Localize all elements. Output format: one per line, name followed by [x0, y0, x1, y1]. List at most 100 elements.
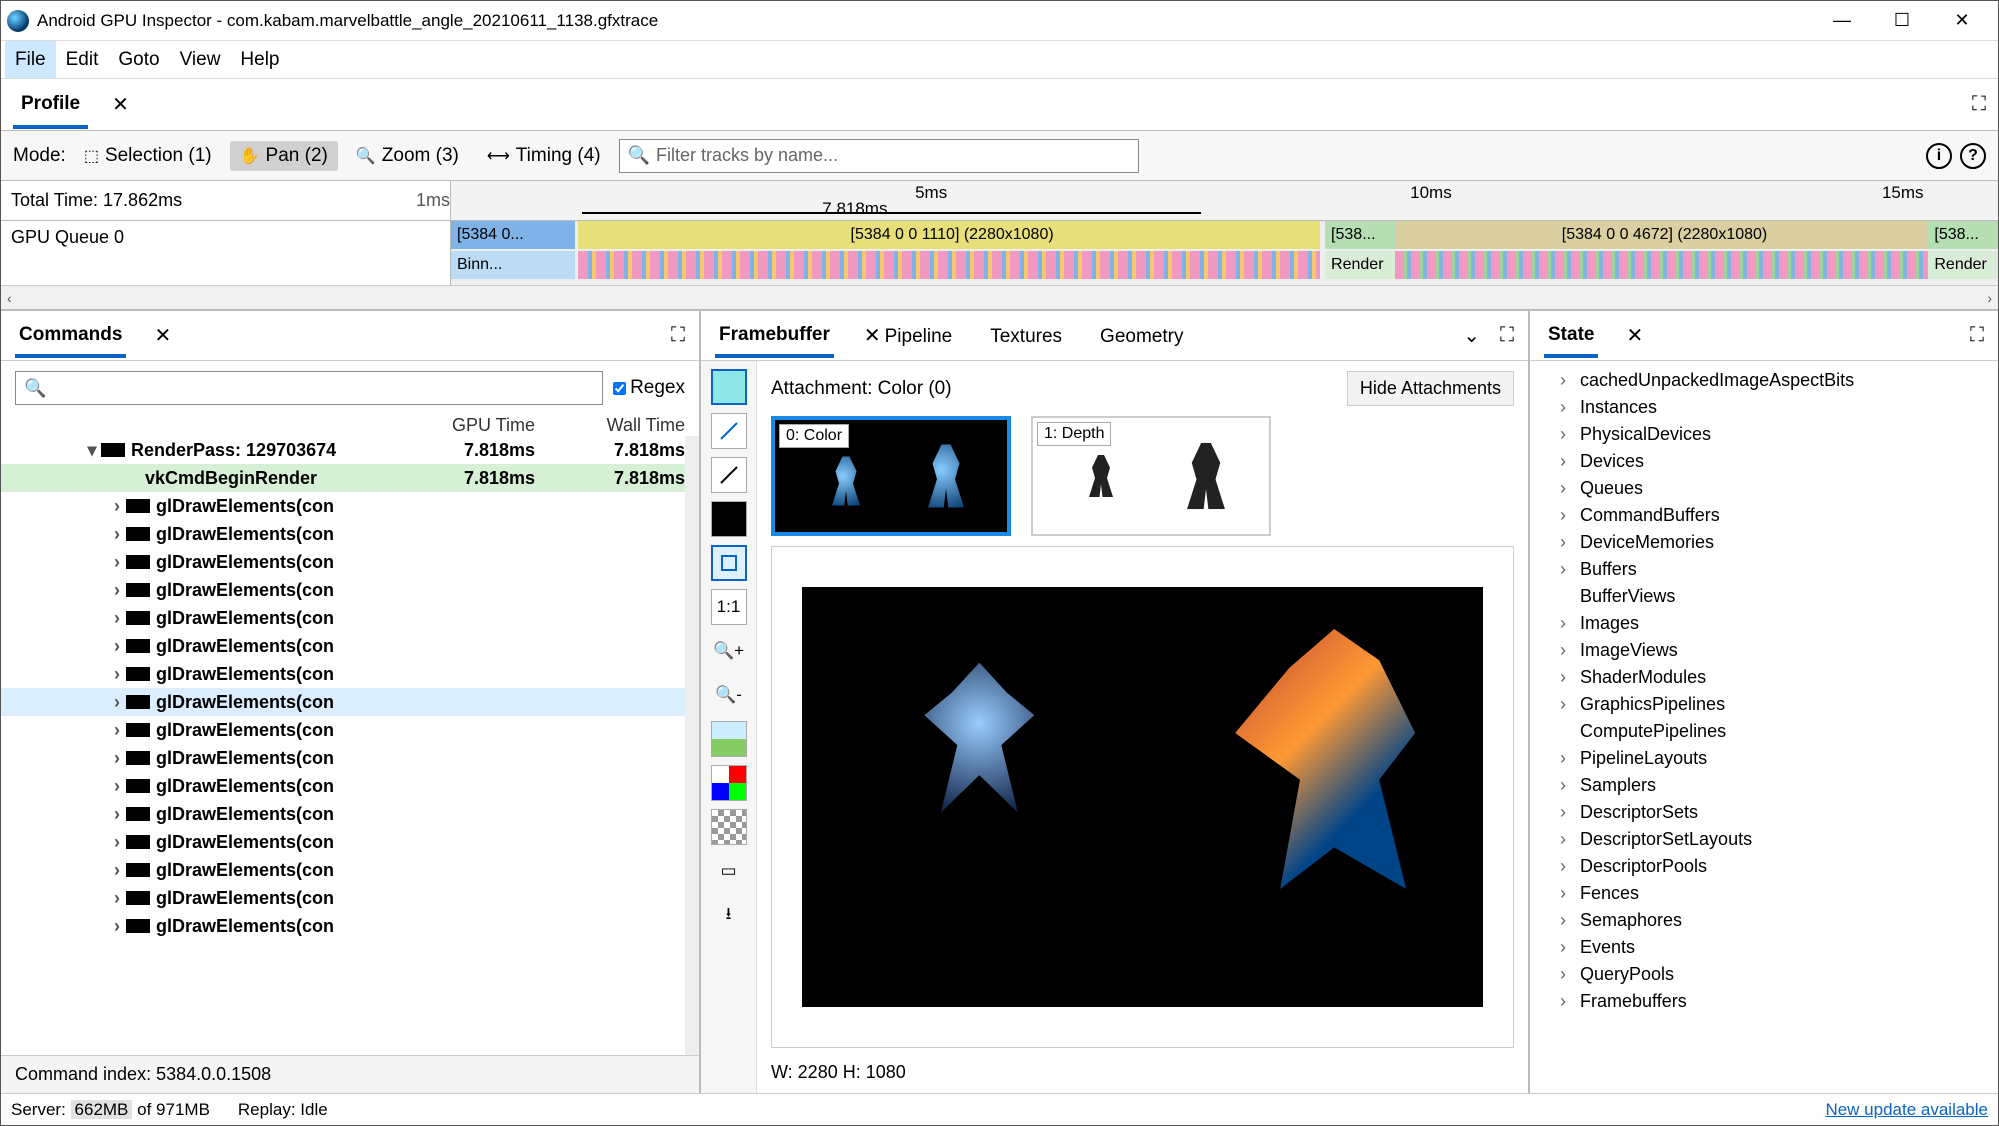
close-button[interactable]: ✕: [1932, 1, 1992, 40]
tool-download-icon[interactable]: ⭳: [711, 897, 747, 933]
mode-selection[interactable]: ⬚Selection (1): [74, 141, 222, 171]
state-item[interactable]: CommandBuffers: [1530, 502, 1998, 529]
tool-histogram-icon[interactable]: [711, 721, 747, 757]
timeline-scrollbar[interactable]: ‹›: [1, 285, 1998, 309]
seg-render2[interactable]: [538...: [1928, 221, 1998, 249]
update-link[interactable]: New update available: [1825, 1100, 1988, 1120]
state-item[interactable]: BufferViews: [1530, 583, 1998, 610]
seg-render1[interactable]: [538...: [1325, 221, 1395, 249]
command-row[interactable]: glDrawElements(con: [1, 576, 699, 604]
maximize-button[interactable]: ☐: [1872, 1, 1932, 40]
expand-commands-icon[interactable]: [671, 324, 685, 347]
state-item[interactable]: Framebuffers: [1530, 988, 1998, 1015]
state-item[interactable]: Semaphores: [1530, 907, 1998, 934]
tab-commands[interactable]: Commands: [15, 314, 126, 358]
state-item[interactable]: Queues: [1530, 475, 1998, 502]
command-row[interactable]: glDrawElements(con: [1, 800, 699, 828]
attachment-thumb-depth[interactable]: 1: Depth: [1031, 416, 1271, 536]
help-icon[interactable]: ?: [1960, 143, 1986, 169]
command-row[interactable]: glDrawElements(con: [1, 548, 699, 576]
command-row[interactable]: glDrawElements(con: [1, 912, 699, 940]
state-item[interactable]: QueryPools: [1530, 961, 1998, 988]
hide-attachments-button[interactable]: Hide Attachments: [1347, 371, 1514, 406]
state-item[interactable]: DescriptorPools: [1530, 853, 1998, 880]
tool-zoom-out-icon[interactable]: 🔍-: [711, 677, 747, 713]
tool-actual-size-icon[interactable]: 1:1: [711, 589, 747, 625]
command-row[interactable]: glDrawElements(con: [1, 688, 699, 716]
tab-state[interactable]: State: [1544, 314, 1598, 358]
state-item[interactable]: Fences: [1530, 880, 1998, 907]
state-item[interactable]: DescriptorSets: [1530, 799, 1998, 826]
state-item[interactable]: ComputePipelines: [1530, 718, 1998, 745]
command-row[interactable]: glDrawElements(con: [1, 828, 699, 856]
tool-crop-icon[interactable]: ▭: [711, 853, 747, 889]
command-row[interactable]: glDrawElements(con: [1, 660, 699, 688]
tab-geometry[interactable]: Geometry: [1096, 316, 1187, 356]
seg-binning[interactable]: [5384 0...: [451, 221, 575, 249]
command-row[interactable]: glDrawElements(con: [1, 520, 699, 548]
menu-edit[interactable]: Edit: [56, 41, 109, 78]
filter-tracks-input[interactable]: 🔍Filter tracks by name...: [619, 139, 1139, 173]
state-item[interactable]: DeviceMemories: [1530, 529, 1998, 556]
command-row[interactable]: glDrawElements(con: [1, 744, 699, 772]
tool-channels-icon[interactable]: [711, 765, 747, 801]
tab-commands-close-icon[interactable]: ✕: [154, 323, 171, 348]
state-item[interactable]: Images: [1530, 610, 1998, 637]
tab-framebuffer[interactable]: Framebuffer: [715, 314, 834, 358]
mode-timing[interactable]: ⟷Timing (4): [477, 141, 611, 171]
state-item[interactable]: cachedUnpackedImageAspectBits: [1530, 367, 1998, 394]
state-item[interactable]: GraphicsPipelines: [1530, 691, 1998, 718]
tool-zoom-in-icon[interactable]: 🔍+: [711, 633, 747, 669]
framebuffer-view[interactable]: [771, 546, 1514, 1048]
attachment-thumb-color[interactable]: 0: Color: [771, 416, 1011, 536]
command-row[interactable]: glDrawElements(con: [1, 604, 699, 632]
tool-diagonal1-icon[interactable]: [711, 413, 747, 449]
state-item[interactable]: Devices: [1530, 448, 1998, 475]
state-item[interactable]: Events: [1530, 934, 1998, 961]
expand-profile-icon[interactable]: [1972, 93, 1986, 116]
state-item[interactable]: PhysicalDevices: [1530, 421, 1998, 448]
state-tree[interactable]: cachedUnpackedImageAspectBitsInstancesPh…: [1530, 361, 1998, 1093]
expand-center-icon[interactable]: [1500, 324, 1514, 347]
tab-profile-close-icon[interactable]: ✕: [112, 92, 129, 117]
command-row[interactable]: glDrawElements(con: [1, 856, 699, 884]
tab-state-close-icon[interactable]: ✕: [1626, 323, 1643, 348]
tab-pipeline[interactable]: Pipeline: [881, 316, 957, 356]
time-ruler[interactable]: 5ms 10ms 15ms 7.818ms: [451, 181, 1998, 220]
commands-search-input[interactable]: 🔍: [15, 371, 603, 405]
tab-textures[interactable]: Textures: [986, 316, 1066, 356]
tab-profile[interactable]: Profile: [13, 81, 88, 129]
state-item[interactable]: DescriptorSetLayouts: [1530, 826, 1998, 853]
tool-fit-icon[interactable]: [711, 545, 747, 581]
state-item[interactable]: ShaderModules: [1530, 664, 1998, 691]
command-row[interactable]: glDrawElements(con: [1, 716, 699, 744]
tool-solid-icon[interactable]: [711, 501, 747, 537]
state-item[interactable]: Samplers: [1530, 772, 1998, 799]
mode-zoom[interactable]: 🔍Zoom (3): [346, 141, 469, 171]
command-row[interactable]: glDrawElements(con: [1, 884, 699, 912]
state-item[interactable]: Buffers: [1530, 556, 1998, 583]
tool-color-channel-icon[interactable]: [711, 369, 747, 405]
command-row[interactable]: glDrawElements(con: [1, 492, 699, 520]
commands-list[interactable]: RenderPass: 129703674 7.818ms7.818ms vkC…: [1, 436, 699, 1055]
menu-help[interactable]: Help: [230, 41, 289, 78]
state-item[interactable]: PipelineLayouts: [1530, 745, 1998, 772]
info-icon[interactable]: i: [1926, 143, 1952, 169]
state-item[interactable]: Instances: [1530, 394, 1998, 421]
chevron-down-icon[interactable]: ⌄: [1463, 323, 1480, 348]
gpu-queue-track[interactable]: [5384 0... Binn... [5384 0 0 1110] (2280…: [451, 221, 1998, 285]
mode-pan[interactable]: ✋Pan (2): [230, 141, 338, 171]
state-item[interactable]: ImageViews: [1530, 637, 1998, 664]
seg-main-pass[interactable]: [5384 0 0 1110] (2280x1080): [578, 221, 1321, 249]
tool-background-icon[interactable]: [711, 809, 747, 845]
command-row[interactable]: glDrawElements(con: [1, 772, 699, 800]
seg-pass2[interactable]: [5384 0 0 4672] (2280x1080): [1395, 221, 1929, 249]
regex-checkbox[interactable]: Regex: [613, 377, 685, 399]
menu-file[interactable]: File: [5, 41, 56, 78]
command-row[interactable]: glDrawElements(con: [1, 632, 699, 660]
minimize-button[interactable]: —: [1812, 1, 1872, 40]
menu-view[interactable]: View: [170, 41, 231, 78]
tool-diagonal2-icon[interactable]: [711, 457, 747, 493]
menu-goto[interactable]: Goto: [108, 41, 169, 78]
commands-scrollbar[interactable]: [685, 436, 699, 1055]
